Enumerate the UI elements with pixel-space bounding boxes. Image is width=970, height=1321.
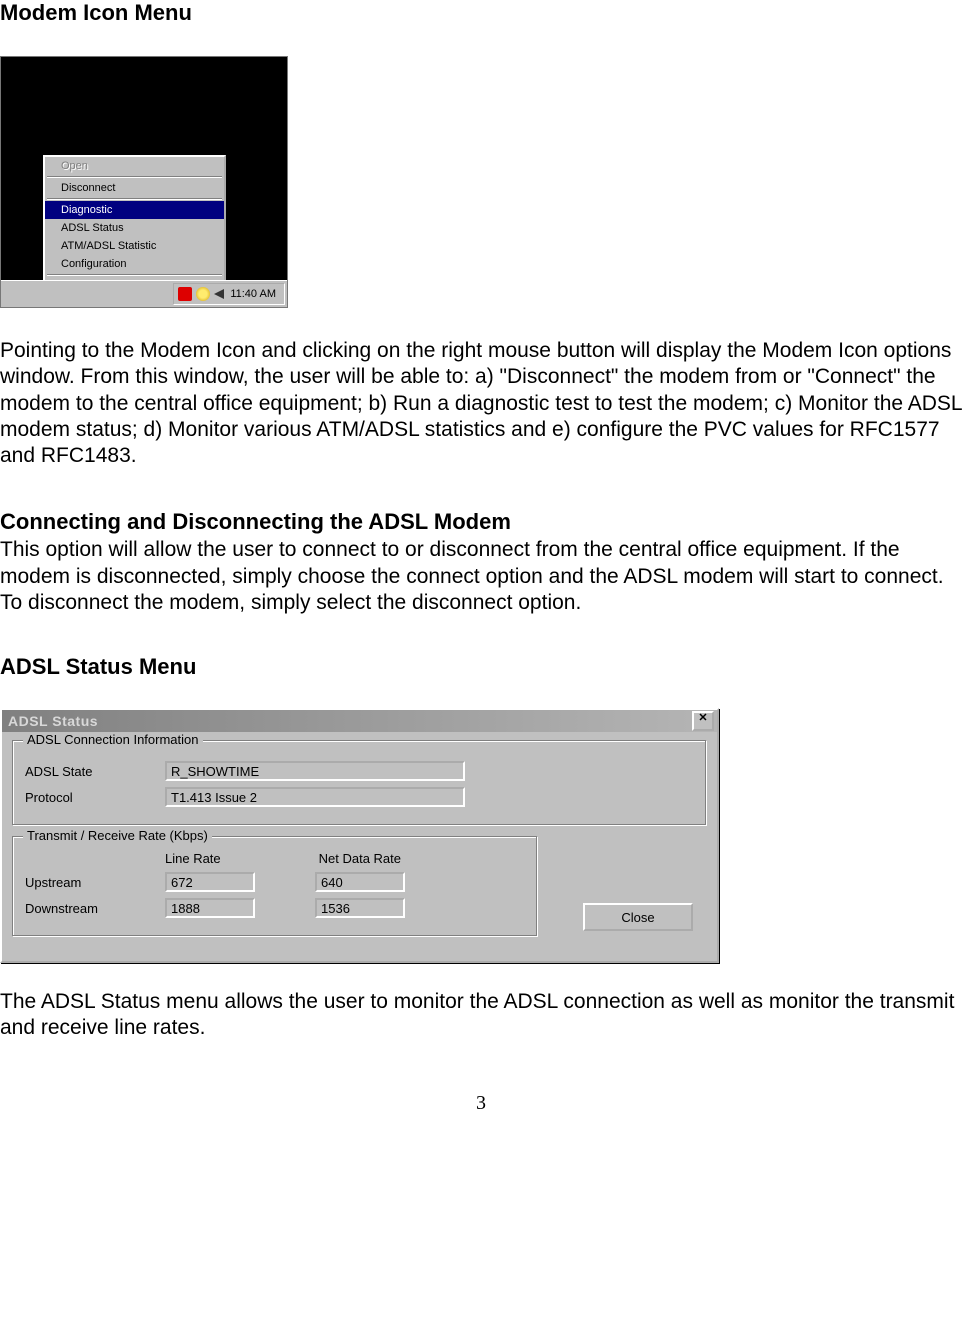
paragraph-adsl-status: The ADSL Status menu allows the user to …	[0, 989, 962, 1042]
menu-item-atm-adsl-statistic[interactable]: ATM/ADSL Statistic	[45, 237, 224, 255]
group-title-connection: ADSL Connection Information	[23, 732, 203, 747]
paragraph-intro: Pointing to the Modem Icon and clicking …	[0, 338, 962, 469]
heading-connecting: Connecting and Disconnecting the ADSL Mo…	[0, 509, 962, 535]
menu-separator	[47, 176, 222, 178]
column-header-line-rate: Line Rate	[165, 851, 315, 866]
volume-icon[interactable]	[214, 289, 224, 299]
paragraph-connecting: This option will allow the user to conne…	[0, 537, 962, 616]
field-downstream-net: 1536	[315, 898, 405, 918]
screenshot-context-menu: Open Disconnect Diagnostic ADSL Status A…	[0, 56, 288, 308]
menu-item-adsl-status[interactable]: ADSL Status	[45, 219, 224, 237]
tray-clock: 11:40 AM	[228, 288, 278, 300]
dialog-titlebar: ADSL Status ✕	[2, 710, 717, 732]
label-adsl-state: ADSL State	[25, 764, 165, 779]
menu-item-configuration[interactable]: Configuration	[45, 255, 224, 273]
close-button[interactable]: Close	[583, 903, 693, 931]
field-protocol: T1.413 Issue 2	[165, 787, 465, 807]
system-tray: 11:40 AM	[173, 283, 285, 305]
modem-tray-icon[interactable]	[178, 287, 192, 301]
label-protocol: Protocol	[25, 790, 165, 805]
menu-item-open[interactable]: Open	[45, 157, 224, 175]
taskbar: 11:40 AM	[1, 280, 287, 307]
label-downstream: Downstream	[25, 901, 165, 916]
field-adsl-state: R_SHOWTIME	[165, 761, 465, 781]
menu-item-diagnostic[interactable]: Diagnostic	[45, 201, 224, 219]
label-upstream: Upstream	[25, 875, 165, 890]
field-downstream-line: 1888	[165, 898, 255, 918]
heading-modem-icon-menu: Modem Icon Menu	[0, 0, 962, 26]
close-icon[interactable]: ✕	[692, 711, 714, 731]
heading-adsl-status-menu: ADSL Status Menu	[0, 654, 962, 680]
field-upstream-line: 672	[165, 872, 255, 892]
tray-icon[interactable]	[196, 287, 210, 301]
column-header-net-data-rate: Net Data Rate	[319, 851, 401, 866]
group-connection-info: ADSL Connection Information ADSL State R…	[12, 740, 707, 826]
context-menu: Open Disconnect Diagnostic ADSL Status A…	[43, 155, 226, 297]
dialog-title: ADSL Status	[8, 713, 98, 729]
menu-separator	[47, 198, 222, 200]
page-number: 3	[0, 1092, 962, 1115]
group-title-rate: Transmit / Receive Rate (Kbps)	[23, 828, 212, 843]
field-upstream-net: 640	[315, 872, 405, 892]
group-rate: Transmit / Receive Rate (Kbps) Line Rate…	[12, 836, 538, 937]
menu-separator	[47, 274, 222, 276]
menu-item-disconnect[interactable]: Disconnect	[45, 179, 224, 197]
adsl-status-dialog: ADSL Status ✕ ADSL Connection Informatio…	[0, 708, 719, 963]
